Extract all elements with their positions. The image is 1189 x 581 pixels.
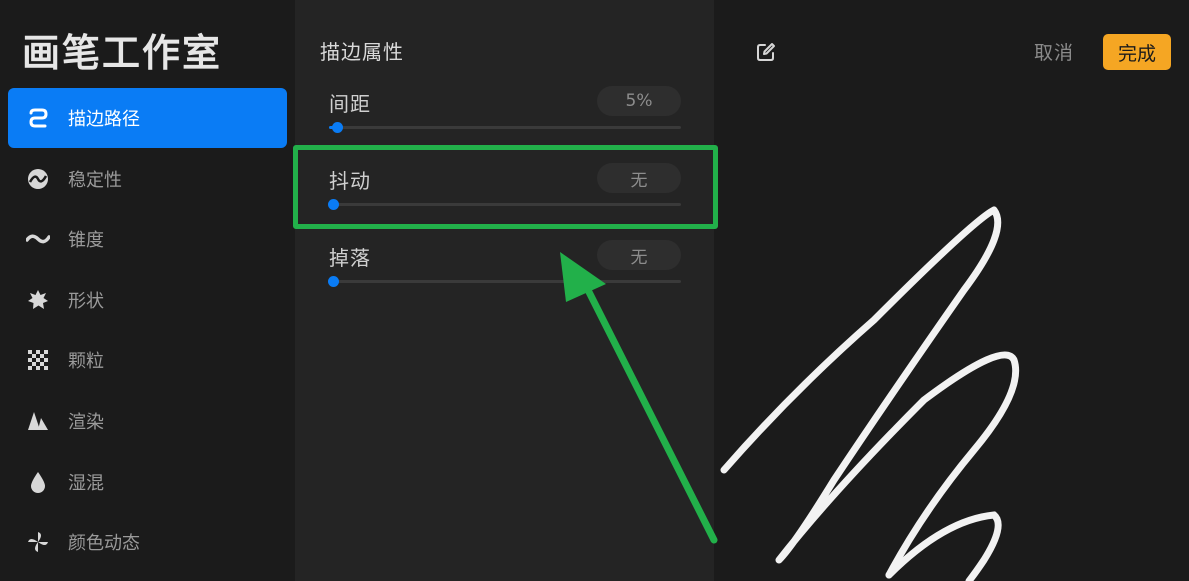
property-label: 抖动 [329, 169, 371, 193]
sidebar-item-label: 颗粒 [68, 351, 104, 373]
property-label: 掉落 [329, 246, 371, 270]
sidebar-item-shape[interactable]: 形状 [8, 270, 287, 330]
rendering-icon [26, 409, 50, 433]
sidebar-item-stroke-path[interactable]: 描边路径 [8, 88, 287, 148]
sidebar-item-rendering[interactable]: 渲染 [8, 391, 287, 451]
color-dynamics-icon [26, 530, 50, 554]
sidebar-item-label: 锥度 [68, 230, 104, 252]
property-label: 间距 [329, 92, 371, 116]
spacing-slider[interactable] [329, 122, 681, 133]
shape-icon [26, 288, 50, 312]
stroke-properties-panel: 描边属性 间距 5% 抖动 无 掉落 无 [295, 0, 714, 581]
sidebar-item-label: 描边路径 [68, 109, 140, 130]
property-value-pill[interactable]: 无 [597, 240, 681, 270]
stroke-path-icon [26, 106, 50, 130]
property-spacing: 间距 5% [329, 86, 681, 148]
stabilization-icon [26, 167, 50, 191]
slider-knob[interactable] [328, 276, 339, 287]
sidebar-item-taper[interactable]: 锥度 [8, 209, 287, 269]
slider-knob[interactable] [328, 199, 339, 210]
sidebar-item-label: 形状 [68, 290, 104, 312]
sidebar-item-label: 渲染 [68, 411, 104, 433]
wet-mix-icon [26, 470, 50, 494]
sidebar-item-wet-mix[interactable]: 湿混 [8, 452, 287, 512]
sidebar-item-label: 稳定性 [68, 169, 122, 191]
sidebar-list: 描边路径 稳定性 锥度 形状 颗粒 渲染 湿混 颜色动态 [8, 88, 287, 573]
preview-stroke [720, 206, 1020, 581]
sidebar: 画笔工作室 描边路径 稳定性 锥度 形状 颗粒 渲染 湿混 颜色动态 [0, 0, 295, 581]
falloff-slider[interactable] [328, 276, 681, 287]
grain-icon [26, 348, 50, 372]
sidebar-item-stabilization[interactable]: 稳定性 [8, 149, 287, 209]
sidebar-item-label: 颜色动态 [68, 533, 140, 555]
sidebar-item-color-dynamics[interactable]: 颜色动态 [8, 512, 287, 572]
property-jitter: 抖动 无 [328, 163, 681, 225]
panel-title: 描边属性 [320, 40, 404, 64]
sidebar-item-grain[interactable]: 颗粒 [8, 330, 287, 390]
slider-knob[interactable] [332, 122, 343, 133]
drawing-pad[interactable]: 取消 完成 [714, 0, 1189, 581]
taper-icon [26, 227, 50, 251]
property-falloff: 掉落 无 [328, 240, 681, 302]
studio-title: 画笔工作室 [22, 31, 223, 75]
jitter-slider[interactable] [328, 199, 681, 210]
property-value-pill[interactable]: 5% [597, 86, 681, 116]
property-value-pill[interactable]: 无 [597, 163, 681, 193]
sidebar-item-label: 湿混 [68, 472, 104, 494]
brush-studio: 画笔工作室 描边路径 稳定性 锥度 形状 颗粒 渲染 湿混 颜色动态 描边属性 … [0, 0, 1189, 581]
